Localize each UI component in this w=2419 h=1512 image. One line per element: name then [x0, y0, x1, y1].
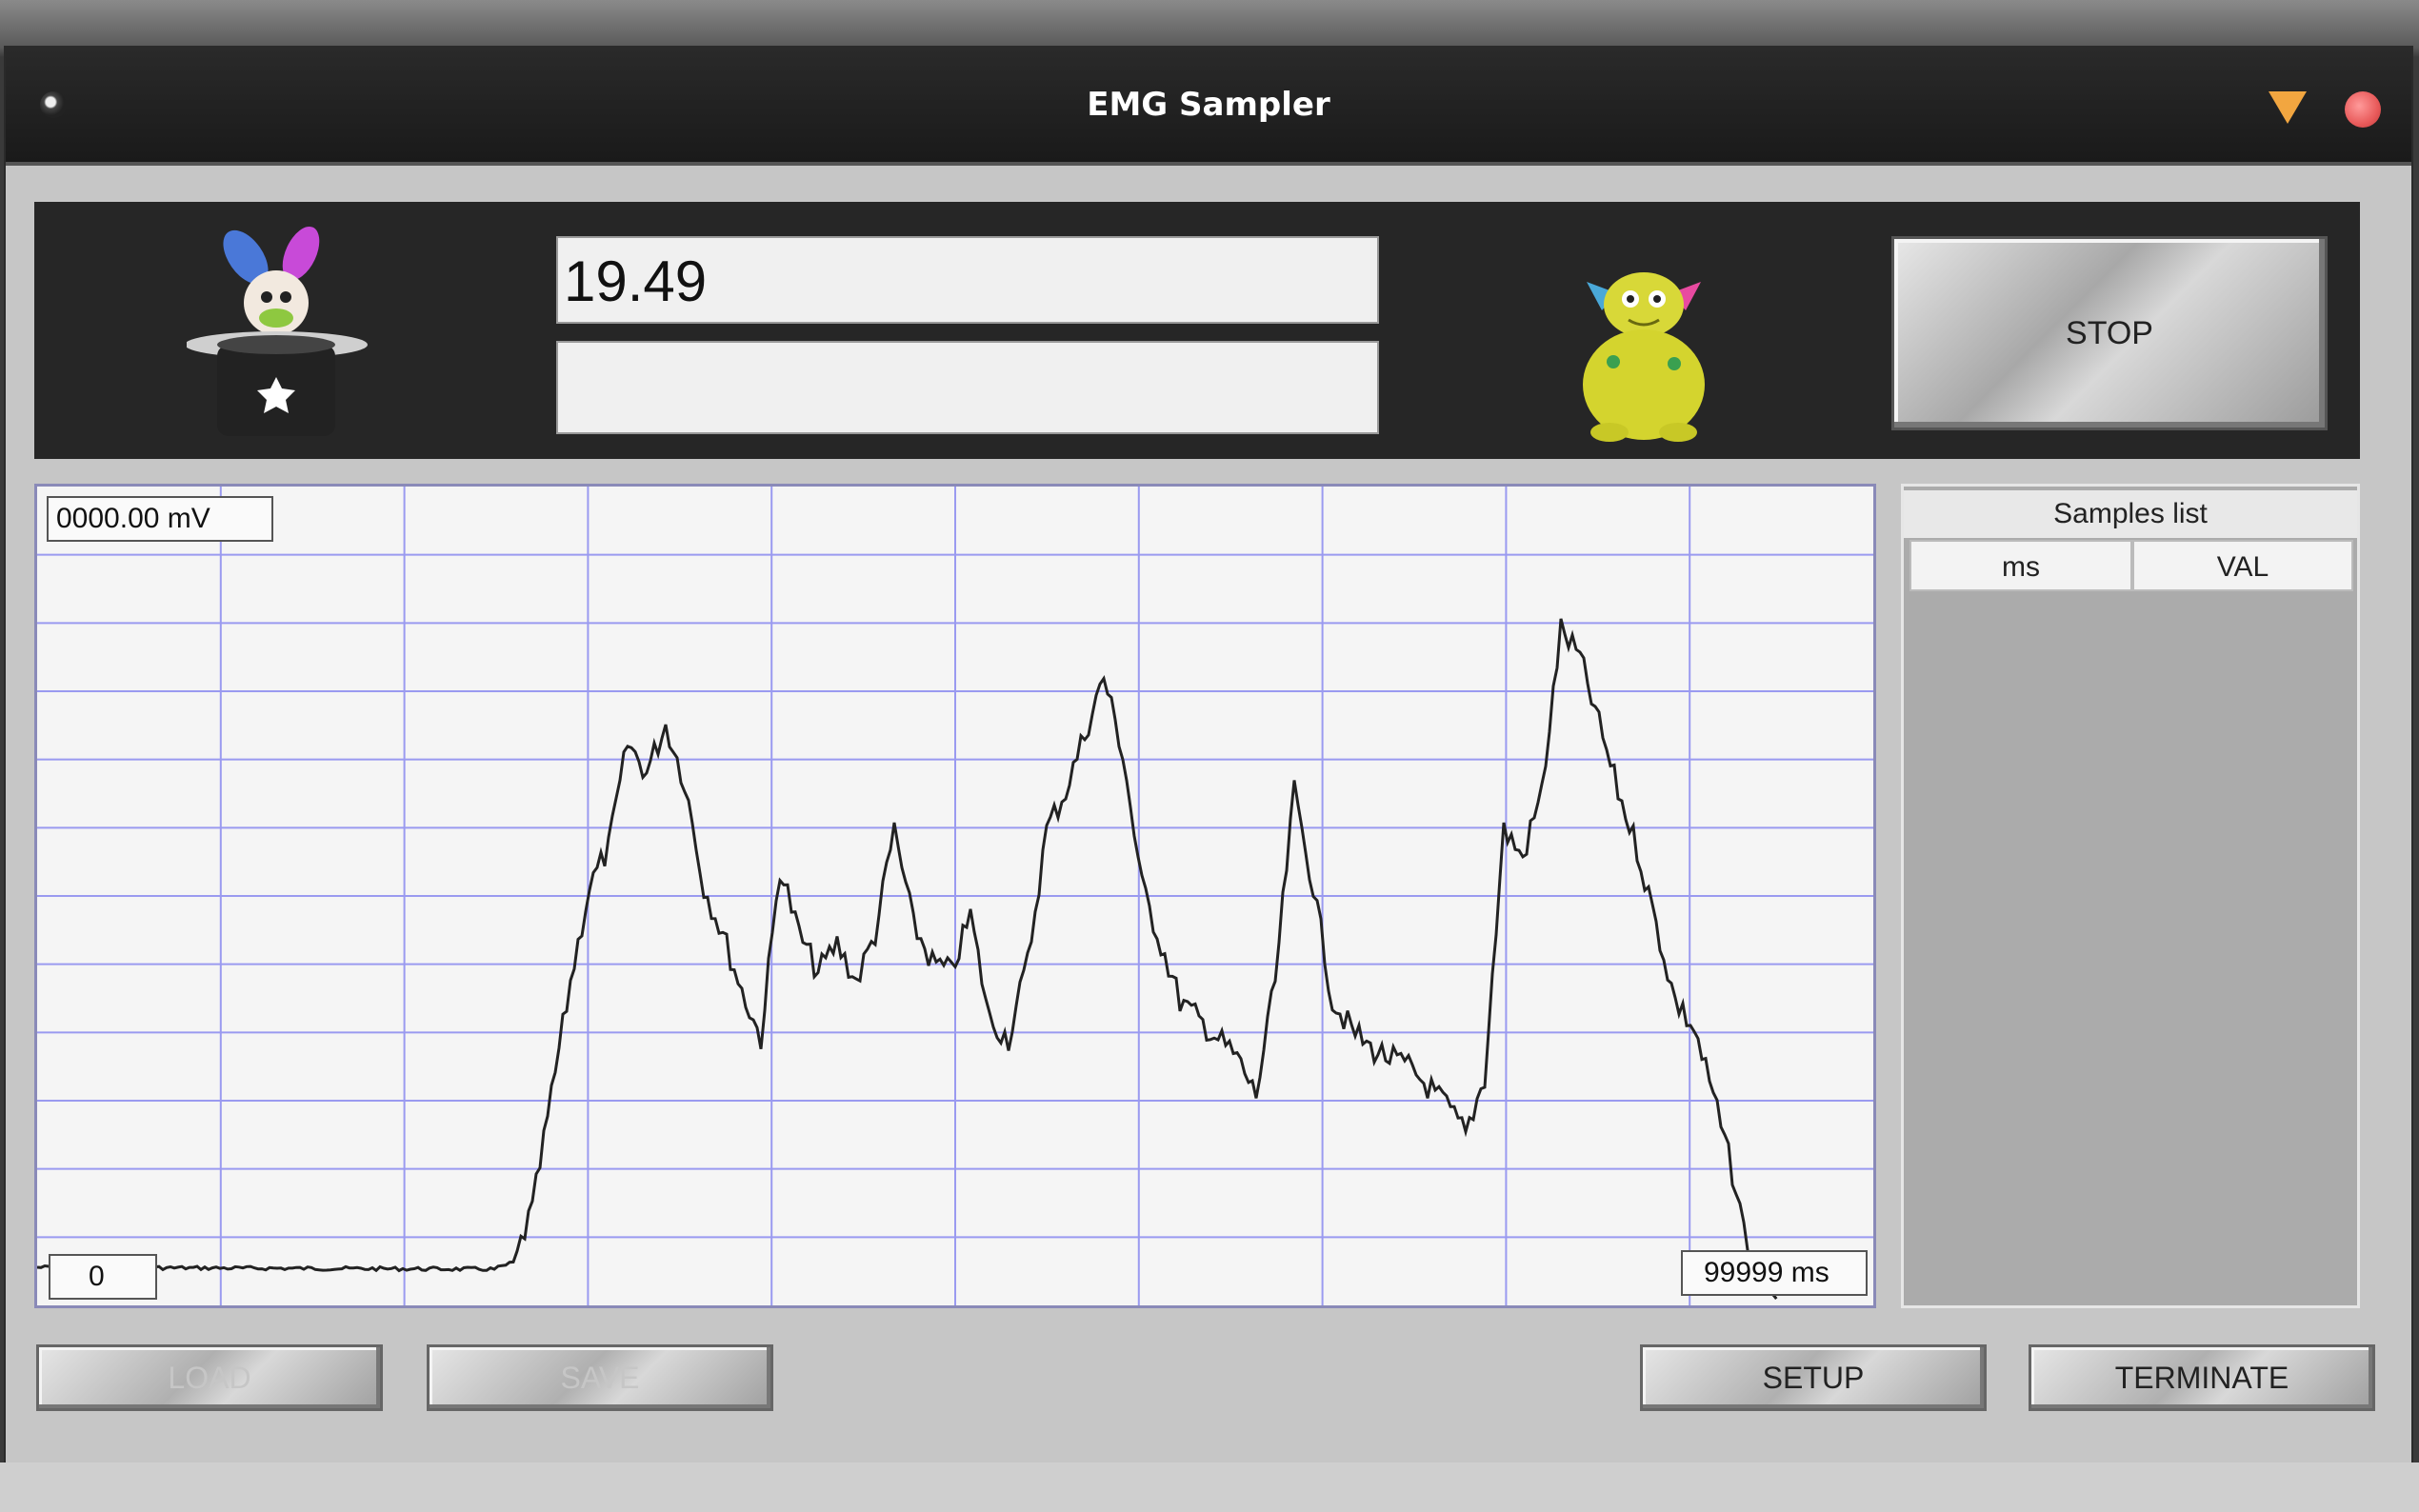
terminate-button[interactable]: TERMINATE: [2029, 1344, 2375, 1411]
plot-grid: [37, 487, 1873, 1305]
load-button[interactable]: LOAD: [36, 1344, 383, 1411]
column-header-ms[interactable]: ms: [1909, 540, 2132, 591]
title-bar[interactable]: EMG Sampler: [6, 48, 2411, 166]
emg-trace-line: [37, 618, 1778, 1301]
emg-sampler-window: EMG Sampler 19.49 STOP 0000.00 mV 0 9999…: [6, 48, 2411, 1462]
column-header-val[interactable]: VAL: [2132, 540, 2353, 591]
rabbit-in-hat-icon: [187, 226, 368, 436]
emg-plot-svg: [37, 487, 1873, 1305]
save-button[interactable]: SAVE: [427, 1344, 773, 1411]
desktop-bottom-strip: [0, 1462, 2419, 1512]
value-display: 19.49: [556, 236, 1379, 324]
green-monster-icon: [1583, 272, 1705, 442]
emg-plot: 0000.00 mV 0 99999 ms: [34, 484, 1876, 1308]
stop-button[interactable]: STOP: [1891, 236, 2328, 430]
close-circle-icon[interactable]: [2345, 91, 2381, 128]
top-panel: 19.49 STOP: [34, 202, 2360, 459]
x-end-label: 99999 ms: [1681, 1250, 1868, 1296]
setup-button[interactable]: SETUP: [1640, 1344, 1987, 1411]
samples-list-panel[interactable]: Samples list ms VAL: [1901, 484, 2360, 1308]
secondary-display: [556, 341, 1379, 434]
window-title: EMG Sampler: [1087, 86, 1330, 124]
y-readout-label: 0000.00 mV: [47, 496, 273, 542]
minimize-triangle-icon[interactable]: [2269, 91, 2307, 124]
samples-list-title: Samples list: [1904, 490, 2357, 538]
x-start-label: 0: [49, 1254, 157, 1300]
